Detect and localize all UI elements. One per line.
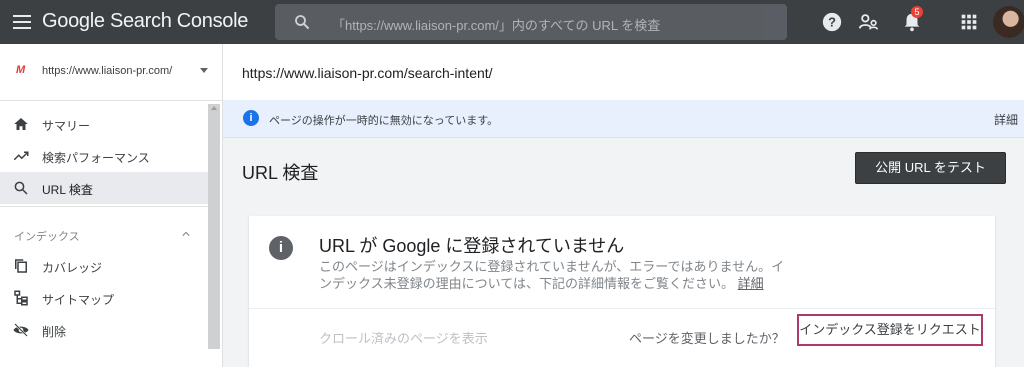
apps-grid-icon[interactable] xyxy=(958,11,980,33)
sidebar-item-label: サイトマップ xyxy=(42,293,115,307)
property-url: https://www.liaison-pr.com/ xyxy=(42,65,173,77)
sidebar-item-summary[interactable]: サマリー xyxy=(0,108,208,140)
page-changed-question: ページを変更しましたか？ xyxy=(629,331,785,346)
search-input[interactable]: 「https://www.liaison-pr.com/」内のすべての URL … xyxy=(275,4,787,40)
chevron-down-icon xyxy=(200,68,208,73)
sidebar-item-coverage[interactable]: カバレッジ xyxy=(0,250,208,282)
search-placeholder: 「https://www.liaison-pr.com/」内のすべての URL … xyxy=(332,18,661,33)
request-indexing-button[interactable]: インデックス登録をリクエスト xyxy=(797,314,983,346)
top-app-bar: Google Search Console 「https://www.liais… xyxy=(0,0,1024,44)
sidebar: M https://www.liaison-pr.com/ サマリー 検索パフォ… xyxy=(0,44,223,367)
sitemap-icon xyxy=(14,290,28,306)
sidebar-item-label: カバレッジ xyxy=(42,261,103,275)
sidebar-item-label: サマリー xyxy=(42,119,91,133)
banner-message: ページの操作が一時的に無効になっています。 xyxy=(269,115,499,127)
scroll-up-icon[interactable] xyxy=(211,106,217,110)
sidebar-scrollbar[interactable] xyxy=(208,104,220,349)
banner-details-link[interactable]: 詳細 xyxy=(994,111,1018,128)
inspected-url-bar[interactable]: https://www.liaison-pr.com/search-intent… xyxy=(223,44,1024,101)
main-content: i ページの操作が一時的に無効になっています。 詳細 URL 検査 公開 URL… xyxy=(223,100,1024,367)
status-card: i URL が Google に登録されていません このページはインデックスに登… xyxy=(249,216,995,367)
sidebar-item-label: 削除 xyxy=(42,325,67,339)
visibility-off-icon xyxy=(13,323,29,337)
avatar[interactable] xyxy=(993,6,1024,38)
card-divider xyxy=(249,308,995,309)
property-selector[interactable]: M https://www.liaison-pr.com/ xyxy=(0,44,222,101)
notification-badge: 5 xyxy=(911,6,923,18)
sidebar-item-url-inspection[interactable]: URL 検査 xyxy=(0,172,208,204)
status-description: このページはインデックスに登録されていませんが、エラーではありません。インデック… xyxy=(319,258,789,292)
sidebar-item-label: URL 検査 xyxy=(42,183,93,197)
search-icon xyxy=(14,181,28,195)
details-link[interactable]: 詳細 xyxy=(738,276,764,291)
sidebar-section-index[interactable]: インデックス xyxy=(14,228,80,244)
sidebar-item-sitemaps[interactable]: サイトマップ xyxy=(0,282,208,314)
info-icon: i xyxy=(243,110,259,126)
svg-text:?: ? xyxy=(828,15,836,30)
menu-icon[interactable] xyxy=(12,12,32,32)
copy-icon xyxy=(15,259,27,273)
sidebar-item-label: 検索パフォーマンス xyxy=(42,151,150,165)
sidebar-item-removals[interactable]: 削除 xyxy=(0,314,208,346)
chevron-up-icon[interactable] xyxy=(182,230,190,238)
status-description-text: このページはインデックスに登録されていませんが、エラーではありません。インデック… xyxy=(319,259,785,291)
search-icon xyxy=(295,15,309,29)
sidebar-item-performance[interactable]: 検索パフォーマンス xyxy=(0,140,208,172)
page-title: URL 検査 xyxy=(242,163,319,183)
info-filled-icon: i xyxy=(269,236,293,260)
status-title: URL が Google に登録されていません xyxy=(319,236,625,256)
help-icon[interactable]: ? xyxy=(821,11,843,33)
property-logo-icon: M xyxy=(16,64,25,76)
home-icon xyxy=(14,118,28,130)
app-title[interactable]: Google Search Console xyxy=(42,10,248,33)
view-crawled-page-link[interactable]: クロール済みのページを表示 xyxy=(319,328,488,347)
users-icon[interactable] xyxy=(858,11,880,33)
info-banner: i ページの操作が一時的に無効になっています。 詳細 xyxy=(223,100,1024,138)
trending-up-icon xyxy=(13,151,29,161)
test-live-url-button[interactable]: 公開 URL をテスト xyxy=(855,152,1006,184)
inspected-url: https://www.liaison-pr.com/search-intent… xyxy=(242,65,493,81)
sidebar-divider xyxy=(0,206,208,207)
